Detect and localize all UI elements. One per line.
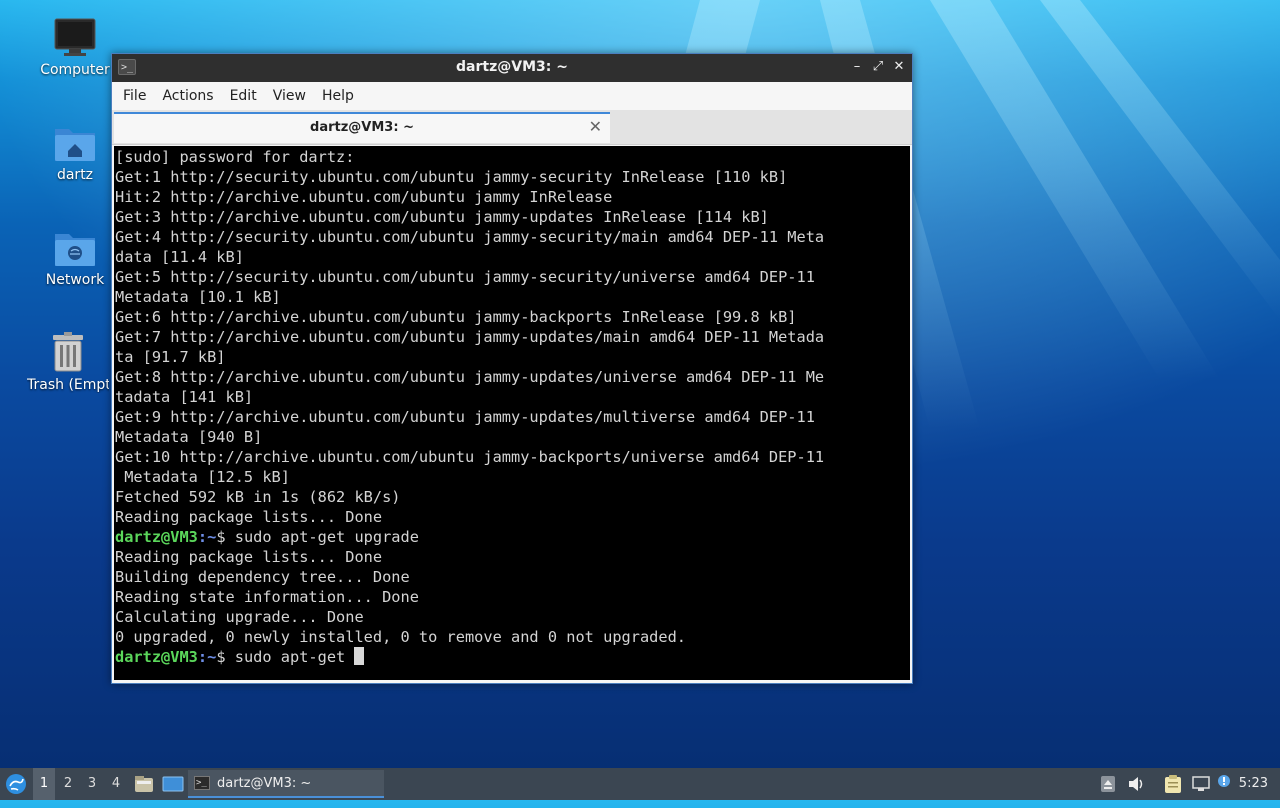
eject-icon xyxy=(1101,776,1115,792)
prompt-user: dartz@VM3 xyxy=(115,648,198,666)
command-line: dartz@VM3:~$ sudo apt-get upgrade xyxy=(115,527,910,547)
terminal-line: Metadata [940 B] xyxy=(115,428,263,446)
show-desktop-icon xyxy=(162,776,184,792)
window-titlebar[interactable]: >_ dartz@VM3: ~ – ⤢ ✕ xyxy=(112,54,912,82)
desktop-icon-computer[interactable]: Computer xyxy=(27,18,123,78)
tab-bar: dartz@VM3: ~ ✕ xyxy=(112,110,912,145)
prompt-symbol: $ xyxy=(216,528,235,546)
terminal-window[interactable]: >_ dartz@VM3: ~ – ⤢ ✕ File Actions Edit Vie… xyxy=(111,53,913,684)
trash-icon xyxy=(53,332,83,372)
terminal-line: Get:10 http://archive.ubuntu.com/ubuntu … xyxy=(115,448,825,466)
prompt-path: :~ xyxy=(197,528,217,546)
terminal-line: Get:5 http://security.ubuntu.com/ubuntu … xyxy=(115,268,815,286)
clipboard-icon xyxy=(1165,775,1181,793)
terminal-line: Metadata [12.5 kB] xyxy=(115,468,290,486)
task-label: dartz@VM3: ~ xyxy=(217,776,312,791)
monitor-icon xyxy=(54,18,96,56)
menu-file[interactable]: File xyxy=(115,82,154,110)
close-button[interactable]: ✕ xyxy=(890,58,908,76)
menu-actions[interactable]: Actions xyxy=(154,82,221,110)
current-command-line[interactable]: dartz@VM3:~$ sudo apt-get xyxy=(115,647,910,667)
start-menu-button[interactable] xyxy=(3,768,29,800)
menu-view[interactable]: View xyxy=(265,82,314,110)
terminal-line: Get:9 http://archive.ubuntu.com/ubuntu j… xyxy=(115,408,815,426)
terminal-line: Reading state information... Done xyxy=(115,588,419,606)
terminal-line: ta [91.7 kB] xyxy=(115,348,226,366)
taskbar-terminal-task[interactable]: >_ dartz@VM3: ~ xyxy=(188,770,384,798)
workspace-2[interactable]: 2 xyxy=(57,768,79,800)
terminal-line: tadata [141 kB] xyxy=(115,388,254,406)
network-button[interactable] xyxy=(1190,768,1212,800)
terminal-line: Get:6 http://archive.ubuntu.com/ubuntu j… xyxy=(115,308,797,326)
tab-close-icon[interactable]: ✕ xyxy=(589,117,602,136)
menu-bar: File Actions Edit View Help xyxy=(112,82,912,110)
menu-edit[interactable]: Edit xyxy=(222,82,265,110)
terminal-line: Hit:2 http://archive.ubuntu.com/ubuntu j… xyxy=(115,188,613,206)
file-manager-icon xyxy=(135,776,153,792)
minimize-button[interactable]: – xyxy=(848,58,866,76)
terminal-line: Fetched 592 kB in 1s (862 kB/s) xyxy=(115,488,401,506)
terminal-line: Building dependency tree... Done xyxy=(115,568,410,586)
maximize-button[interactable]: ⤢ xyxy=(869,58,887,76)
menu-help[interactable]: Help xyxy=(314,82,362,110)
volume-icon xyxy=(1129,777,1143,791)
eject-button[interactable] xyxy=(1098,768,1118,800)
tab-terminal[interactable]: dartz@VM3: ~ ✕ xyxy=(114,112,610,143)
terminal-line: Reading package lists... Done xyxy=(115,548,383,566)
tab-label: dartz@VM3: ~ xyxy=(310,120,414,135)
home-folder-icon xyxy=(55,129,95,161)
network-folder-icon xyxy=(55,234,95,266)
desktop-icon-network[interactable]: Network xyxy=(27,228,123,288)
command-text: sudo apt-get upgrade xyxy=(234,528,419,546)
terminal-line: Metadata [10.1 kB] xyxy=(115,288,281,306)
updates-icon xyxy=(1218,775,1230,787)
current-command-text: sudo apt-get xyxy=(234,648,355,666)
window-title: dartz@VM3: ~ xyxy=(456,59,568,75)
terminal-output[interactable]: [sudo] password for dartz: Get:1 http://s… xyxy=(114,146,910,680)
workspace-4[interactable]: 4 xyxy=(105,768,127,800)
taskbar: 1 2 3 4 >_ dartz@VM3: ~ 5:23 xyxy=(0,768,1280,800)
text-cursor xyxy=(354,647,365,665)
terminal-line: 0 upgraded, 0 newly installed, 0 to remo… xyxy=(115,628,686,646)
prompt-symbol: $ xyxy=(216,648,235,666)
terminal-line: Reading package lists... Done xyxy=(115,508,383,526)
workspace-1[interactable]: 1 xyxy=(33,768,55,800)
terminal-line: Get:3 http://archive.ubuntu.com/ubuntu j… xyxy=(115,208,769,226)
file-manager-launcher[interactable] xyxy=(133,768,155,800)
updates-button[interactable] xyxy=(1214,768,1234,800)
show-desktop-button[interactable] xyxy=(161,768,185,800)
start-menu-icon xyxy=(6,774,26,794)
terminal-line: Get:7 http://archive.ubuntu.com/ubuntu j… xyxy=(115,328,825,346)
volume-button[interactable] xyxy=(1126,768,1146,800)
clock[interactable]: 5:23 xyxy=(1239,768,1268,800)
terminal-task-icon: >_ xyxy=(194,776,210,790)
desktop-icon-trash[interactable]: Trash (Empty) xyxy=(27,331,109,393)
terminal-line: [sudo] password for dartz: xyxy=(115,148,355,166)
terminal-line: data [11.4 kB] xyxy=(115,248,244,266)
terminal-line: Get:8 http://archive.ubuntu.com/ubuntu j… xyxy=(115,368,825,386)
prompt-user: dartz@VM3 xyxy=(115,528,198,546)
prompt-path: :~ xyxy=(197,648,217,666)
terminal-line: Get:4 http://security.ubuntu.com/ubuntu … xyxy=(115,228,825,246)
network-icon xyxy=(1192,776,1210,791)
terminal-line: Get:1 http://security.ubuntu.com/ubuntu … xyxy=(115,168,788,186)
workspace-3[interactable]: 3 xyxy=(81,768,103,800)
desktop-icon-home[interactable]: dartz xyxy=(27,123,123,183)
terminal-line: Calculating upgrade... Done xyxy=(115,608,364,626)
clipboard-button[interactable] xyxy=(1162,768,1184,800)
